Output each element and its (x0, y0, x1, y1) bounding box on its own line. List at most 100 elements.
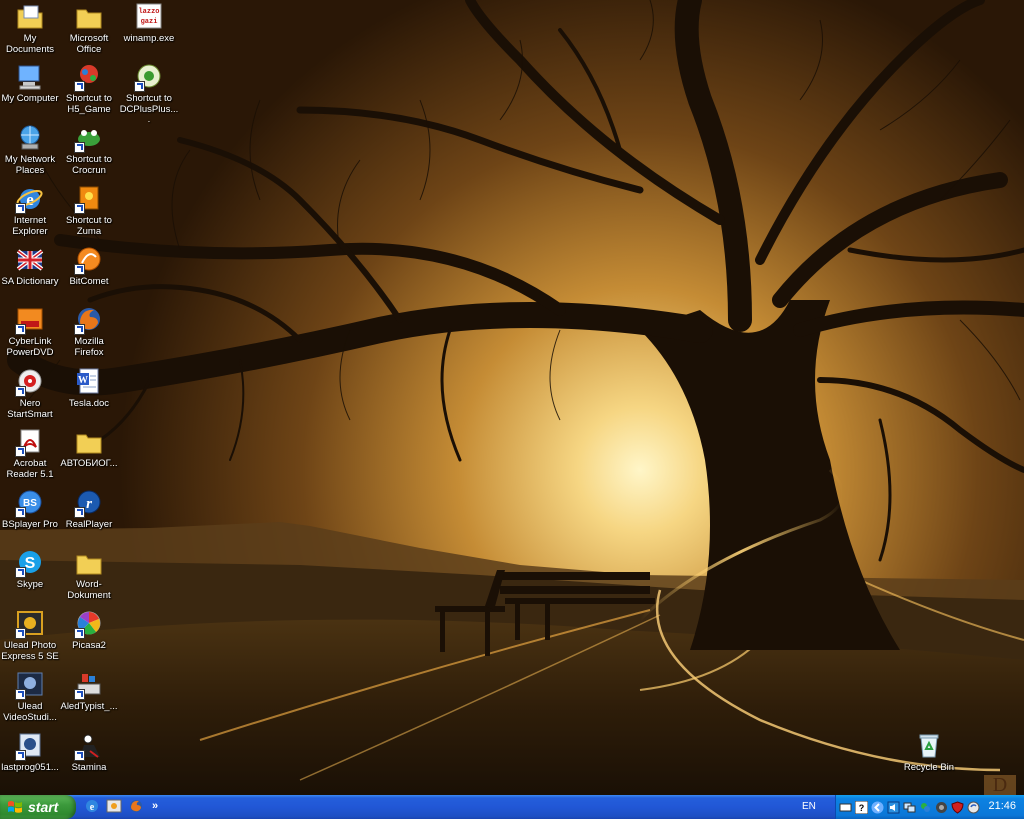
shortcut-arrow-icon (74, 507, 85, 518)
desktop-icon-label: АВТОБИОГ... (60, 458, 118, 469)
desktop-icon-lastprog[interactable]: lastprog051... (0, 731, 60, 774)
desktop-icon-word-dokument[interactable]: Word-Dokument (59, 548, 119, 601)
svg-text:S: S (25, 555, 36, 572)
computer-icon (15, 62, 45, 92)
clock[interactable]: 21:46 (988, 800, 1016, 812)
internet-explorer-quicklaunch-icon[interactable]: e (84, 798, 100, 814)
desktop-icon-label: BSplayer Pro (2, 519, 58, 530)
security-shield-icon[interactable] (951, 800, 964, 814)
desktop-icon-label: Mozilla Firefox (74, 336, 104, 358)
desktop-icon-aledtypist[interactable]: AledTypist_... (59, 670, 119, 713)
desktop-icon-nero-startsmart[interactable]: Nero StartSmart (0, 367, 60, 420)
desktop-icon-microsoft-office[interactable]: Microsoft Office (59, 2, 119, 55)
network-icon[interactable] (903, 801, 916, 814)
desktop-icon-dcplusplus[interactable]: Shortcut to DCPlusPlus.... (119, 62, 179, 126)
shortcut-arrow-icon (15, 567, 26, 578)
shortcut-arrow-icon (74, 264, 85, 275)
desktop-icon-label: Word-Dokument (67, 579, 111, 601)
internet-explorer-icon: e (15, 184, 45, 214)
desktop-icon-my-computer[interactable]: My Computer (0, 62, 60, 105)
word-document-icon: W (74, 367, 104, 397)
svg-text:r: r (86, 496, 92, 512)
desktop-icon-label: CyberLink PowerDVD (6, 336, 54, 358)
shortcut-arrow-icon (15, 203, 26, 214)
messenger-icon[interactable] (919, 801, 932, 814)
quick-launch-more-button[interactable]: » (152, 800, 158, 812)
desktop-icon-label: Acrobat Reader 5.1 (6, 458, 54, 480)
start-button[interactable]: start (0, 795, 76, 819)
desktop-icon-label: Internet Explorer (12, 215, 48, 237)
desktop-icon-my-network-places[interactable]: My Network Places (0, 123, 60, 176)
desktop-icon-label: Shortcut to DCPlusPlus.... (119, 93, 179, 125)
dcplusplus-icon (134, 62, 164, 92)
game-icon (74, 62, 104, 92)
quick-launch-bar: e » (84, 798, 158, 814)
shortcut-arrow-icon (15, 628, 26, 639)
desktop-icon-label: Ulead VideoStudi... (3, 701, 57, 723)
shortcut-arrow-icon (15, 446, 26, 457)
firefox-quicklaunch-icon[interactable] (128, 798, 144, 814)
desktop-icon-bitcomet[interactable]: BitComet (59, 245, 119, 288)
shortcut-arrow-icon (74, 81, 85, 92)
desktop-icon-skype[interactable]: S Skype (0, 548, 60, 591)
stamina-icon (74, 731, 104, 761)
show-hidden-icons-icon[interactable] (871, 801, 884, 814)
keyboard-icon[interactable] (839, 801, 852, 814)
desktop-icon-internet-explorer[interactable]: e Internet Explorer (0, 184, 60, 237)
shortcut-arrow-icon (15, 386, 26, 397)
language-indicator[interactable]: EN (802, 801, 816, 812)
sync-icon[interactable] (967, 801, 980, 814)
desktop-icon-label: My Computer (1, 93, 59, 104)
recycle-bin-icon (914, 731, 944, 761)
desktop-icon-mozilla-firefox[interactable]: Mozilla Firefox (59, 305, 119, 358)
installer-icon (15, 731, 45, 761)
desktop-icon-label: Shortcut to Crocrun (66, 154, 112, 176)
firefox-icon (74, 305, 104, 335)
desktop-icon-my-documents[interactable]: My Documents (0, 2, 60, 55)
folder-documents-icon (15, 2, 45, 32)
desktop-icon-zuma[interactable]: Shortcut to Zuma (59, 184, 119, 237)
desktop-icon-ulead-photo-express[interactable]: Ulead Photo Express 5 SE (0, 609, 60, 662)
shortcut-arrow-icon (74, 142, 85, 153)
desktop-icon-recycle-bin[interactable]: Recycle Bin (899, 731, 959, 774)
desktop-icon-crocrun[interactable]: Shortcut to Crocrun (59, 123, 119, 176)
desktop-icon-label: My Documents (5, 33, 55, 55)
desktop-icon-tesla-doc[interactable]: W Tesla.doc (59, 367, 119, 410)
ulead-photo-icon (15, 609, 45, 639)
ulead-video-icon (15, 670, 45, 700)
help-icon-glyph: ? (859, 803, 865, 813)
desktop-icon-h5-game[interactable]: Shortcut to H5_Game (59, 62, 119, 115)
desktop-icon-winamp[interactable]: lazzo gazi winamp.exe (119, 2, 179, 45)
show-desktop-quicklaunch-icon[interactable] (106, 798, 122, 814)
desktop-icon-ulead-videostudio[interactable]: Ulead VideoStudi... (0, 670, 60, 723)
desktop-icon-label: Shortcut to H5_Game (66, 93, 112, 115)
desktop-icon-cyberlink-powerdvd[interactable]: CyberLink PowerDVD (0, 305, 60, 358)
shortcut-arrow-icon (74, 203, 85, 214)
volume-icon[interactable] (887, 801, 900, 814)
start-label: start (28, 799, 59, 815)
shortcut-arrow-icon (15, 507, 26, 518)
help-icon[interactable]: ? (855, 800, 868, 814)
desktop-icon-realplayer[interactable]: r RealPlayer (59, 488, 119, 531)
desktop-icon-picasa2[interactable]: Picasa2 (59, 609, 119, 652)
shortcut-arrow-icon (74, 628, 85, 639)
desktop-icon-label: My Network Places (4, 154, 56, 176)
desktop-icon-label: Shortcut to Zuma (66, 215, 112, 237)
winamp-icon-text-line2: gazi (141, 18, 158, 26)
desktop-icon-stamina[interactable]: Stamina (59, 731, 119, 774)
shortcut-arrow-icon (74, 750, 85, 761)
powerdvd-icon (15, 305, 45, 335)
skype-icon: S (15, 548, 45, 578)
folder-icon (74, 548, 104, 578)
desktop-icon-sa-dictionary[interactable]: SA Dictionary (0, 245, 60, 288)
desktop-icon-avtobiog[interactable]: АВТОБИОГ... (59, 427, 119, 470)
desktop-icon-label: Tesla.doc (68, 398, 110, 409)
desktop-icon-label: Ulead Photo Express 5 SE (1, 640, 59, 662)
desktop-icon-bsplayer-pro[interactable]: BS BSplayer Pro (0, 488, 60, 531)
desktop-icon-acrobat-reader[interactable]: Acrobat Reader 5.1 (0, 427, 60, 480)
shortcut-arrow-icon (15, 689, 26, 700)
winamp-icon: lazzo gazi (134, 2, 164, 32)
crocodile-icon (74, 123, 104, 153)
shortcut-arrow-icon (15, 750, 26, 761)
antivirus-icon[interactable] (935, 801, 948, 814)
